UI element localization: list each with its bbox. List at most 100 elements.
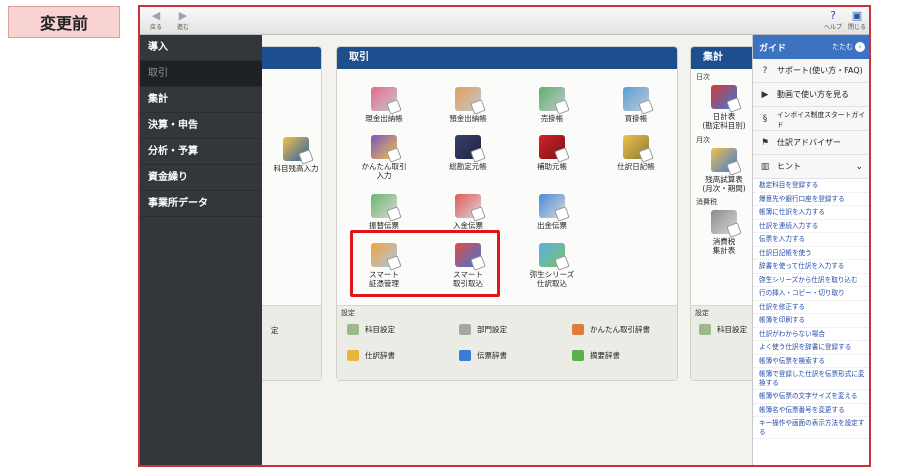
yayoi-import-icon: [539, 243, 565, 267]
close-button[interactable]: ▣ 閉じる: [844, 9, 869, 32]
sidebar-item-closing[interactable]: 決算・申告: [140, 113, 262, 139]
book-icon: ▥: [760, 161, 770, 172]
guide-row-invoice[interactable]: § インボイス制度スタートガイド: [753, 107, 869, 131]
guide-link[interactable]: 勘定科目を登録する: [753, 179, 869, 193]
guide-pane: ガイド たたむ › ? サポート(使い方・FAQ) ▶ 動画で使い方を見る § …: [752, 35, 869, 465]
aggregate-account-setting-icon: [699, 324, 711, 335]
collapse-arrow-icon: ›: [855, 42, 865, 52]
setting-journal-dictionary[interactable]: 仕訳辞書: [347, 350, 395, 361]
tile-trial-balance[interactable]: 残高試算表 (月次・期間): [691, 148, 757, 193]
guide-link[interactable]: 仕訳を連続入力する: [753, 220, 869, 233]
setting-easy-dictionary[interactable]: かんたん取引辞書: [572, 324, 650, 335]
forward-arrow-icon: ▶: [178, 9, 188, 22]
sidebar-item-aggregate[interactable]: 集計: [140, 87, 262, 113]
tile-account-balance[interactable]: 科目残高入力: [268, 137, 324, 173]
guide-links: 勘定科目を登録する 爆意先や銀行口座を登録する 帳簿に仕訳を入力する 仕訳を連続入力す…: [753, 179, 869, 439]
payment-slip-icon: [539, 194, 565, 218]
daily-summary-icon: [711, 85, 737, 109]
receipt-slip-icon: [455, 194, 481, 218]
guide-row-advisor[interactable]: ⚑ 仕訳アドバイザー: [753, 131, 869, 155]
subsidiary-ledger-icon: [539, 135, 565, 159]
guide-link[interactable]: 帳簿や伝票の文字サイズを変える: [753, 390, 869, 404]
tile-transfer-slip[interactable]: 振替伝票: [345, 194, 423, 230]
guide-header: ガイド たたむ ›: [753, 35, 869, 59]
slip-dictionary-icon: [459, 350, 471, 361]
deposit-book-icon: [455, 87, 481, 111]
guide-link[interactable]: 爆意先や銀行口座を登録する: [753, 193, 869, 206]
tile-journal[interactable]: 仕訳日記帳: [597, 135, 675, 171]
tile-daily-summary[interactable]: 日計表 (勘定科目別): [691, 85, 757, 130]
guide-link[interactable]: 仕訳がわからない場合: [753, 328, 869, 341]
back-arrow-icon: ◀: [151, 9, 161, 22]
account-balance-icon: [283, 137, 309, 161]
setting-summary-dictionary[interactable]: 摘要辞書: [572, 350, 620, 361]
help-circle-icon: ?: [762, 65, 768, 76]
transactions-panel: 取引 現金出納帳 預金出納帳 売掛帳 買掛帳 かんたん取引 入力 総勘定元帳 補…: [336, 46, 678, 381]
setting-department[interactable]: 部門設定: [459, 324, 507, 335]
close-icon: ▣: [851, 9, 863, 22]
sidebar-item-cashflow[interactable]: 資金繰り: [140, 165, 262, 191]
tile-easy-entry[interactable]: かんたん取引 入力: [345, 135, 423, 180]
tile-cash-book[interactable]: 現金出納帳: [345, 87, 423, 123]
sidebar: 導入 取引 集計 決算・申告 分析・予算 資金繰り 事業所データ: [140, 35, 262, 465]
aggregate-setting-account[interactable]: 科目設定: [699, 324, 747, 335]
receivables-book-icon: [539, 87, 565, 111]
highlight-box: [350, 230, 500, 297]
guide-link[interactable]: 弥生シリーズから仕訳を取り込む: [753, 274, 869, 287]
chevron-down-icon: ⌄: [855, 161, 863, 172]
easy-dictionary-icon: [572, 324, 584, 335]
summary-dictionary-icon: [572, 350, 584, 361]
guide-link[interactable]: 帳簿で登録した仕訳を伝票形式に変換する: [753, 368, 869, 390]
guide-link[interactable]: 伝票を入力する: [753, 233, 869, 247]
forward-button[interactable]: ▶ 進む: [170, 10, 196, 32]
setting-slip-dictionary[interactable]: 伝票辞書: [459, 350, 507, 361]
guide-link[interactable]: 辞書を使って仕訳を入力する: [753, 260, 869, 274]
sidebar-item-analysis[interactable]: 分析・予算: [140, 139, 262, 165]
setting-account[interactable]: 科目設定: [347, 324, 395, 335]
journal-icon: [623, 135, 649, 159]
guide-row-video[interactable]: ▶ 動画で使い方を見る: [753, 83, 869, 107]
guide-link[interactable]: 帳簿に仕訳を入力する: [753, 206, 869, 220]
guide-link[interactable]: 帳簿や伝票を検索する: [753, 355, 869, 368]
tile-yayoi-import[interactable]: 弥生シリーズ 仕訳取込: [513, 243, 591, 288]
tile-receivables-book[interactable]: 売掛帳: [513, 87, 591, 123]
video-icon: ▶: [761, 89, 769, 100]
general-ledger-icon: [455, 135, 481, 159]
invoice-icon: §: [762, 113, 768, 124]
tile-general-ledger[interactable]: 総勘定元帳: [429, 135, 507, 171]
before-change-label: 変更前: [8, 6, 120, 38]
tile-subsidiary-ledger[interactable]: 補助元帳: [513, 135, 591, 171]
help-icon: ?: [830, 9, 836, 22]
sidebar-item-transactions[interactable]: 取引: [140, 61, 262, 87]
transfer-slip-icon: [371, 194, 397, 218]
tile-payment-slip[interactable]: 出金伝票: [513, 194, 591, 230]
trial-balance-icon: [711, 148, 737, 172]
guide-link[interactable]: 行の挿入・コピー・切り取り: [753, 287, 869, 301]
help-button[interactable]: ? ヘルプ: [820, 10, 846, 32]
guide-link[interactable]: よく使う仕訳を辞書に登録する: [753, 341, 869, 355]
tile-consumption-tax[interactable]: 消費税 集計表: [691, 210, 757, 255]
tile-payables-book[interactable]: 買掛帳: [597, 87, 675, 123]
easy-entry-icon: [371, 135, 397, 159]
guide-link[interactable]: 仕訳日記帳を使う: [753, 247, 869, 260]
sidebar-item-office-data[interactable]: 事業所データ: [140, 191, 262, 217]
back-button[interactable]: ◀ 戻る: [143, 10, 169, 32]
guide-link[interactable]: 仕訳を修正する: [753, 301, 869, 314]
guide-row-support[interactable]: ? サポート(使い方・FAQ): [753, 59, 869, 83]
cash-book-icon: [371, 87, 397, 111]
consumption-tax-icon: [711, 210, 737, 234]
guide-link[interactable]: キー操作や画面の表示方法を設定する: [753, 417, 869, 439]
tile-receipt-slip[interactable]: 入金伝票: [429, 194, 507, 230]
transactions-settings: 設定 科目設定 部門設定 かんたん取引辞書 仕訳辞書 伝票辞書 摘要辞書: [337, 305, 677, 380]
guide-link[interactable]: 帳簿を印刷する: [753, 314, 869, 328]
payables-book-icon: [623, 87, 649, 111]
department-setting-icon: [459, 324, 471, 335]
journal-dictionary-icon: [347, 350, 359, 361]
guide-link[interactable]: 帳簿名や伝票番号を変更する: [753, 404, 869, 417]
tile-deposit-book[interactable]: 預金出納帳: [429, 87, 507, 123]
guide-collapse-button[interactable]: たたむ ›: [832, 42, 865, 52]
account-setting-icon: [347, 324, 359, 335]
guide-row-hint[interactable]: ▥ ヒント ⌄: [753, 155, 869, 179]
flag-icon: ⚑: [760, 137, 770, 148]
sidebar-item-setup[interactable]: 導入: [140, 35, 262, 61]
